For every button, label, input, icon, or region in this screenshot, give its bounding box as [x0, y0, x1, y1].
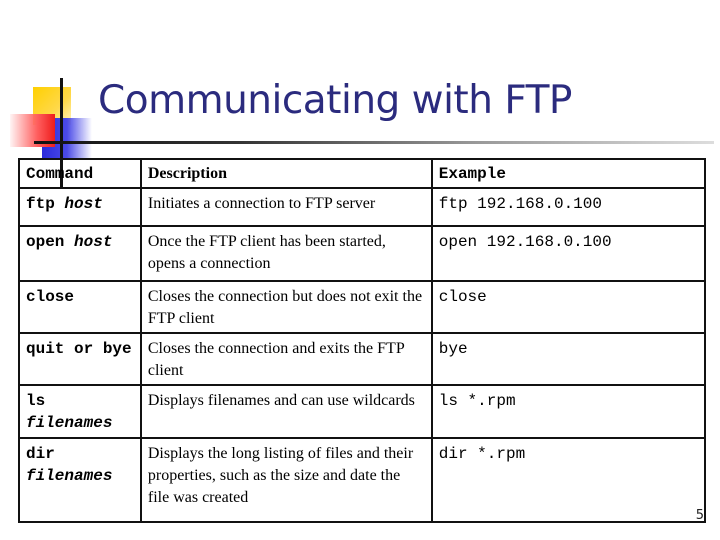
example-cell: ls *.rpm: [430, 384, 707, 439]
command-cell: dir filenames: [18, 437, 142, 523]
command-arg: filenames: [26, 467, 113, 485]
command-name: close: [26, 288, 75, 306]
title-underline: [34, 141, 714, 144]
table-row: ftp host Initiates a connection to FTP s…: [18, 187, 707, 227]
command-name: ftp: [26, 195, 55, 213]
ftp-commands-table: Command Description Example ftp host Ini…: [18, 158, 707, 523]
command-name: dir: [26, 445, 55, 463]
command-cell: ls filenames: [18, 384, 142, 439]
description-cell: Once the FTP client has been started, op…: [139, 225, 433, 282]
command-name: quit or bye: [26, 340, 132, 358]
example-cell: dir *.rpm: [430, 437, 707, 523]
slide-title: Communicating with FTP: [98, 78, 572, 123]
header-command: Command: [18, 158, 142, 189]
command-name: ls: [26, 392, 46, 410]
command-name: open: [26, 233, 65, 251]
command-arg: host: [74, 233, 113, 251]
table-row: quit or bye Closes the connection and ex…: [18, 332, 707, 386]
command-cell: quit or bye: [18, 332, 142, 386]
example-cell: close: [430, 280, 707, 334]
header-description: Description: [139, 158, 433, 189]
description-cell: Closes the connection and exits the FTP …: [139, 332, 433, 386]
command-arg: host: [64, 195, 103, 213]
example-cell: open 192.168.0.100: [430, 225, 707, 282]
table-row: dir filenames Displays the long listing o…: [18, 437, 707, 523]
description-cell: Initiates a connection to FTP server: [139, 187, 433, 227]
table-row: open host Once the FTP client has been s…: [18, 225, 707, 282]
description-cell: Closes the connection but does not exit …: [139, 280, 433, 334]
example-cell: ftp 192.168.0.100: [430, 187, 707, 227]
header-example: Example: [430, 158, 707, 189]
table-row: ls filenames Displays filenames and can u…: [18, 384, 707, 439]
example-cell: bye: [430, 332, 707, 386]
table-header-row: Command Description Example: [18, 158, 707, 189]
description-cell: Displays filenames and can use wildcards: [139, 384, 433, 439]
table-row: close Closes the connection but does not…: [18, 280, 707, 334]
page-number: 5: [695, 508, 704, 523]
command-cell: open host: [18, 225, 142, 282]
command-arg: filenames: [26, 414, 113, 432]
command-cell: close: [18, 280, 142, 334]
command-cell: ftp host: [18, 187, 142, 227]
description-cell: Displays the long listing of files and t…: [139, 437, 433, 523]
